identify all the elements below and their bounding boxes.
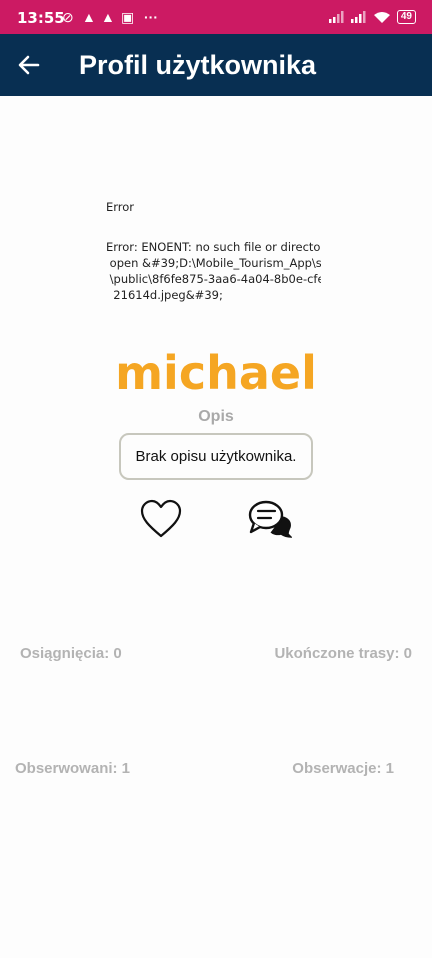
status-time: 13:55	[17, 9, 65, 27]
avatar-error-title: Error	[106, 200, 135, 214]
heart-icon[interactable]	[139, 498, 183, 540]
app-bar: Profil użytkownika	[0, 34, 432, 96]
battery-icon: 49	[396, 10, 416, 24]
message-icon: ▣	[121, 9, 135, 25]
snapchat-icon-2: ▲	[101, 9, 115, 25]
achievements-count: Osiągnięcia: 0	[20, 645, 122, 662]
status-bar: 13:55 ⊘ ▲ ▲ ▣ ··· 49	[0, 0, 432, 34]
wifi-icon	[373, 11, 390, 23]
username: michael	[115, 346, 317, 400]
more-notifications-icon: ···	[144, 9, 158, 25]
sync-off-icon: ⊘	[62, 9, 74, 25]
page-title: Profil użytkownika	[79, 50, 317, 80]
signal-icon	[328, 11, 344, 23]
following-count[interactable]: Obserwowani: 1	[15, 760, 130, 777]
description-box: Brak opisu użytkownika.	[119, 433, 313, 480]
avatar-error-message: Error: ENOENT: no such file or directory…	[106, 240, 321, 302]
snapchat-icon: ▲	[82, 9, 96, 25]
signal-icon-2	[350, 11, 366, 23]
followers-count[interactable]: Obserwacje: 1	[292, 760, 394, 777]
description-label: Opis	[198, 408, 234, 425]
chat-bubbles-icon[interactable]	[248, 499, 292, 539]
arrow-left-icon[interactable]	[14, 50, 44, 80]
completed-routes-count: Ukończone trasy: 0	[274, 645, 412, 662]
avatar-image-error: Error Error: ENOENT: no such file or dir…	[106, 196, 321, 306]
